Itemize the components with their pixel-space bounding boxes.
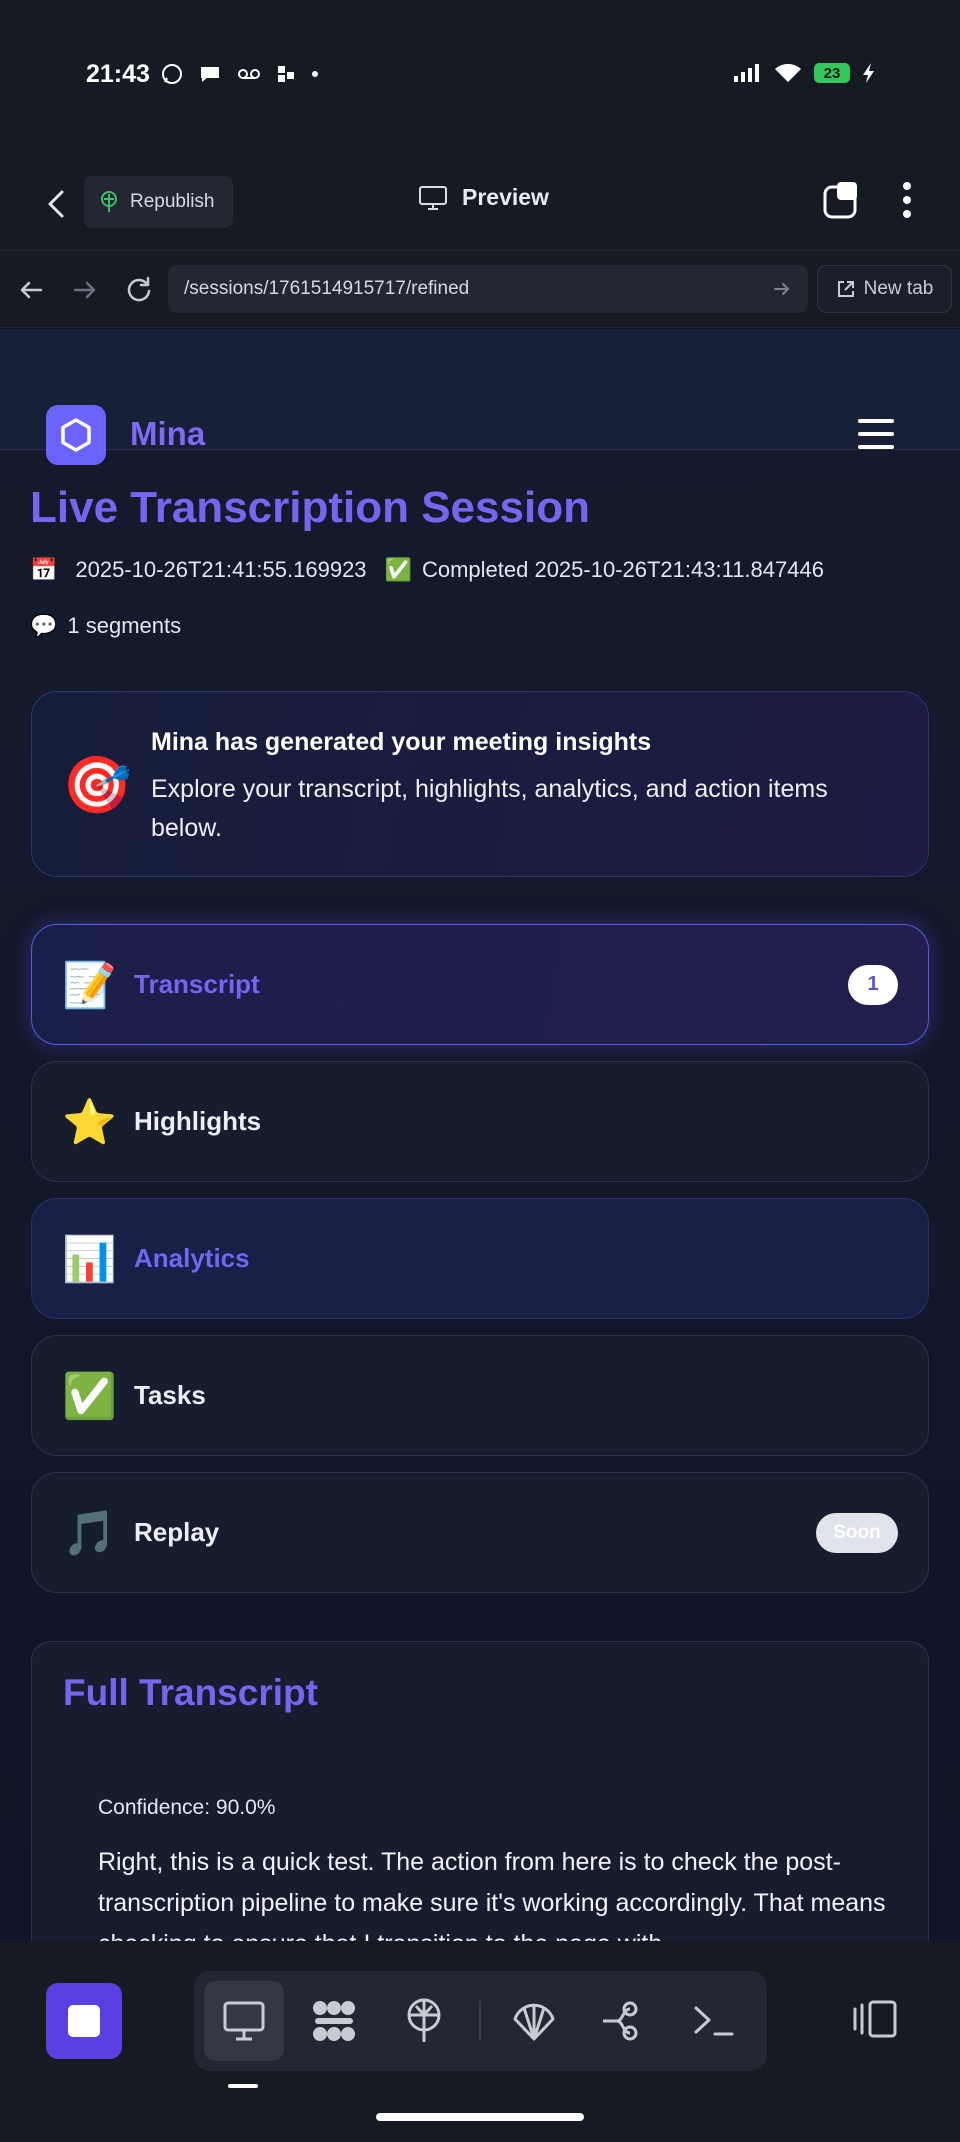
url-input[interactable]: /sessions/1761514915717/refined [168,265,808,313]
dock-git-button[interactable] [584,1981,664,2061]
status-system-icons: 23 [732,62,876,84]
new-tab-label: New tab [863,278,934,299]
git-branch-icon [603,2001,638,2041]
dot-icon [312,71,318,77]
toolbar-actions [822,180,912,220]
whatsapp-icon [162,64,182,84]
tab-tasks[interactable]: ✅ Tasks [31,1335,929,1456]
republish-button[interactable]: Republish [84,176,233,228]
shell-icon [513,2003,555,2041]
transcript-heading: Full Transcript [63,1672,318,1713]
confidence-score: Confidence: 90.0% [98,1796,276,1819]
address-bar: /sessions/1761514915717/refined New tab [0,250,960,328]
tab-replay[interactable]: 🎵 Replay Soon [31,1472,929,1593]
url-text: /sessions/1761514915717/refined [184,278,470,299]
transcript-text: Right, this is a quick test. The action … [98,1848,886,1941]
monitor-icon [223,2001,265,2041]
workflow-icon [313,2001,355,2041]
tab-transcript[interactable]: 📝 Transcript 1 [31,924,929,1045]
deploy-icon [407,1998,441,2042]
memo-icon: 📝 [62,960,117,1010]
panel-toggle-button[interactable] [852,1999,898,2044]
logo[interactable] [46,405,106,465]
tab-label: Transcript [134,969,260,999]
tab-label: Highlights [134,1106,262,1136]
app-notification-icon [278,66,294,82]
menu-icon[interactable] [858,419,894,449]
insights-description: Explore your transcript, highlights, ana… [151,775,828,842]
music-note-icon: 🎵 [62,1508,117,1558]
voicemail-icon [238,69,260,79]
calendar-icon: 📅 [30,557,58,582]
battery-icon: 23 [814,63,850,83]
app-toolbar: Republish Preview [0,160,960,250]
dock-deploy-button[interactable] [384,1981,464,2061]
preview-button[interactable]: Preview [418,184,549,211]
tab-label: Tasks [134,1380,206,1410]
browser-back-icon[interactable] [16,275,46,305]
status-notification-icons [160,62,320,86]
tab-label: Analytics [134,1243,250,1273]
segment-count-badge: 1 [848,964,898,1005]
terminal-icon [694,2006,734,2036]
preview-label: Preview [462,184,549,210]
check-mark-icon: ✅ [62,1371,117,1421]
active-tab-indicator [228,2084,258,2088]
dock-preview-button[interactable] [204,1981,284,2061]
insights-title: Mina has generated your meeting insights [151,728,652,756]
reload-icon[interactable] [123,275,153,305]
signal-icon [734,64,759,82]
started-timestamp: 2025-10-26T21:41:55.169923 [75,557,367,582]
republish-icon [101,191,117,212]
tab-analytics[interactable]: 📊 Analytics [31,1198,929,1319]
stop-button[interactable] [46,1983,122,2059]
dock-workflow-button[interactable] [294,1981,374,2061]
back-icon[interactable] [38,184,74,224]
insights-banner: 🎯 Mina has generated your meeting insigh… [31,691,929,877]
stop-icon [68,2005,100,2037]
browser-forward-icon[interactable] [70,275,100,305]
segments-meta: 💬 1 segments [30,613,181,639]
new-tab-button[interactable]: New tab [817,265,952,313]
completed-timestamp: Completed 2025-10-26T21:43:11.847446 [421,557,824,582]
brand-name[interactable]: Mina [130,415,205,453]
page-title: Live Transcription Session [30,483,590,532]
status-bar: 21:43 23 [0,0,960,160]
chat-bubble-icon [201,67,219,82]
hexagon-logo-icon [61,418,91,452]
tabs-icon[interactable] [822,180,862,220]
session-meta: 📅 2025-10-26T21:41:55.169923 ✅ Completed… [30,557,824,583]
wifi-icon [775,63,801,82]
tab-highlights[interactable]: ⭐ Highlights [31,1061,929,1182]
segments-count: 1 segments [67,613,182,638]
dock-shell-button[interactable] [494,1981,574,2061]
external-link-icon [837,281,854,297]
star-icon: ⭐ [62,1097,117,1147]
home-indicator [376,2113,584,2121]
bottom-dock [0,1941,960,2142]
transcript-panel: Full Transcript Confidence: 90.0% Right,… [31,1641,929,1941]
bar-chart-icon: 📊 [62,1234,117,1284]
republish-label: Republish [130,191,215,212]
speech-bubble-icon: 💬 [30,613,58,638]
panel-toggle-icon [853,2000,897,2038]
monitor-icon [419,185,447,210]
status-time: 21:43 [86,60,150,88]
dock-terminal-button[interactable] [674,1981,754,2061]
charging-icon [863,63,874,83]
go-arrow-icon[interactable] [772,279,792,299]
tab-label: Replay [134,1517,220,1547]
more-options-icon[interactable] [902,181,912,219]
check-icon: ✅ [384,557,412,582]
soon-badge: Soon [816,1512,898,1553]
dock-separator [479,2001,481,2041]
target-icon: 🎯 [62,753,132,816]
page-content: Mina Live Transcription Session 📅 2025-1… [0,329,960,1941]
dock-tools [194,1971,767,2071]
